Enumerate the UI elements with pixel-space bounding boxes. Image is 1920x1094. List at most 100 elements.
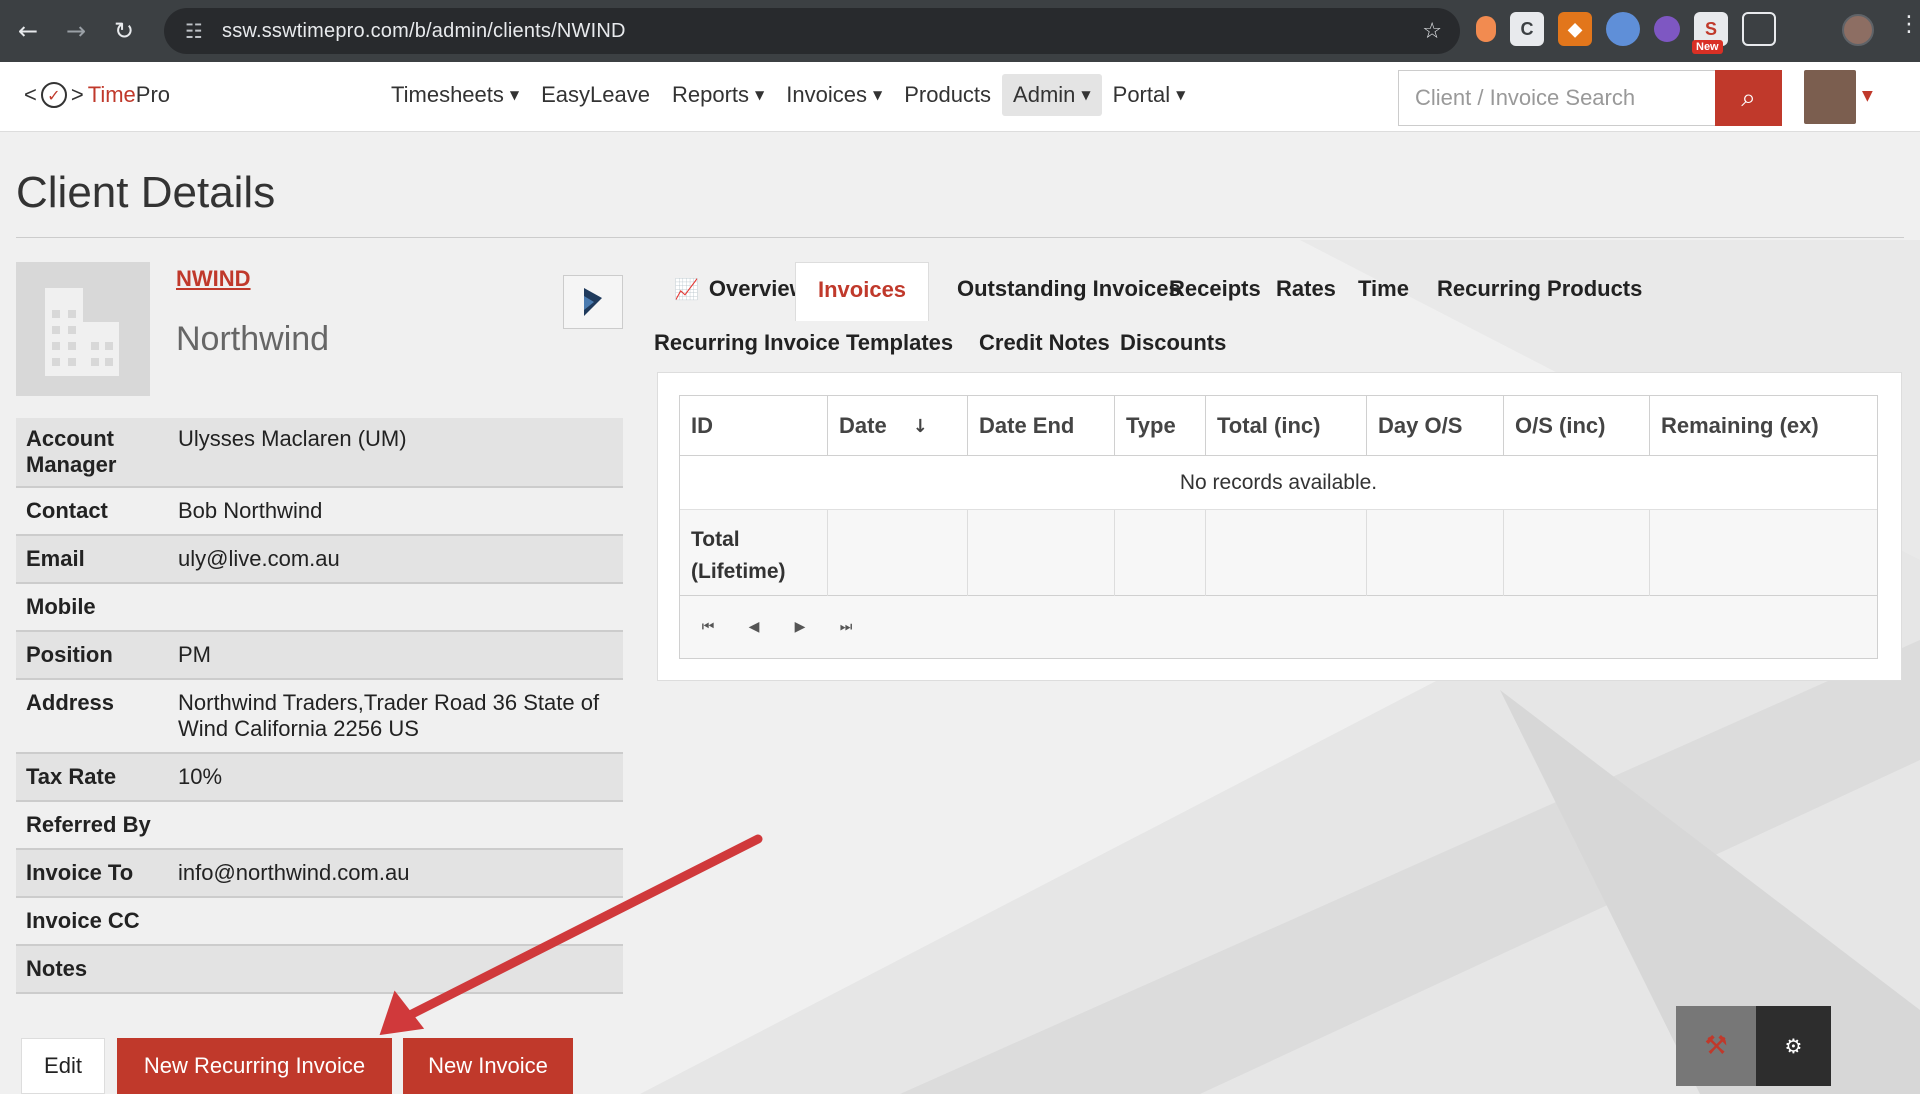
tab-recurring-invoice-templates[interactable]: Recurring Invoice Templates bbox=[654, 330, 953, 356]
browser-profile-avatar[interactable] bbox=[1842, 14, 1874, 46]
column-header-date[interactable]: Date ↓ bbox=[828, 396, 968, 456]
site-settings-icon[interactable]: ☷ bbox=[174, 19, 214, 43]
url-text[interactable]: ssw.sswtimepro.com/b/admin/clients/NWIND bbox=[222, 20, 626, 43]
tab-recurring-products[interactable]: Recurring Products bbox=[1437, 276, 1642, 302]
column-header-date-end[interactable]: Date End bbox=[968, 396, 1115, 456]
column-header-day-o-s[interactable]: Day O/S bbox=[1367, 396, 1504, 456]
next-page-icon[interactable]: ▶ bbox=[792, 619, 808, 635]
invoices-panel: ID Date ↓ Date End Type Total (inc) Day O/S O/S… bbox=[657, 372, 1902, 681]
client-code-link[interactable]: NWIND bbox=[176, 266, 251, 292]
tab-outstanding-invoices[interactable]: Outstanding Invoices bbox=[957, 276, 1181, 302]
clock-check-icon: ✓ bbox=[40, 82, 67, 108]
nav-label: Admin bbox=[1013, 82, 1076, 107]
tab-label: Credit Notes bbox=[979, 330, 1110, 355]
extension-icon-code[interactable]: C bbox=[1510, 12, 1544, 46]
tab-label: Receipts bbox=[1169, 276, 1261, 301]
bug-icon[interactable]: ⚙ bbox=[1756, 1006, 1831, 1086]
extensions-puzzle-icon[interactable] bbox=[1742, 12, 1776, 46]
tab-label: Outstanding Invoices bbox=[957, 276, 1181, 301]
last-page-icon[interactable]: ⏭ bbox=[838, 619, 854, 635]
sort-arrow-down-icon: ↓ bbox=[912, 415, 928, 437]
detail-value: uly@live.com.au bbox=[178, 546, 340, 571]
extension-icon-blue[interactable] bbox=[1606, 12, 1640, 46]
browser-toolbar: ← → ↻ ☷ ssw.sswtimepro.com/b/admin/clien… bbox=[0, 0, 1920, 62]
tab-label: Overview bbox=[708, 276, 807, 301]
page-title: Client Details bbox=[16, 168, 276, 217]
tab-invoices[interactable]: Invoices bbox=[795, 262, 930, 321]
dev-toolbar: ⚒ ⚙ bbox=[1676, 1006, 1831, 1086]
nav-timesheets[interactable]: Timesheets ▼ bbox=[380, 74, 530, 116]
detail-value: PM bbox=[178, 642, 211, 667]
tab-rates[interactable]: Rates bbox=[1276, 276, 1336, 302]
grid-pager: ⏮ ◀ ▶ ⏭ bbox=[680, 596, 1877, 658]
detail-row-invoice-cc: Invoice CC bbox=[16, 898, 623, 946]
first-page-icon[interactable]: ⏮ bbox=[700, 619, 716, 635]
tab-discounts[interactable]: Discounts bbox=[1120, 330, 1226, 356]
client-name: Northwind bbox=[176, 320, 330, 358]
caret-down-icon: ▼ bbox=[755, 88, 765, 102]
timepro-logo[interactable]: < ✓ > TimePro bbox=[24, 82, 170, 108]
logo-bracket-right: > bbox=[70, 82, 84, 107]
nav-reports[interactable]: Reports ▼ bbox=[661, 74, 775, 116]
column-header-id[interactable]: ID bbox=[680, 396, 828, 456]
browser-menu-icon[interactable]: ⋮ bbox=[1898, 12, 1920, 37]
detail-label: Notes bbox=[26, 956, 88, 981]
tab-label: Recurring Invoice Templates bbox=[654, 330, 954, 355]
logo-time-text: Time bbox=[87, 82, 136, 107]
extensions-row: C ◆ S New bbox=[1476, 12, 1776, 54]
extension-icon-purple[interactable] bbox=[1654, 16, 1680, 42]
grid-total-row: Total (Lifetime) bbox=[680, 510, 1877, 596]
hammer-icon[interactable]: ⚒ bbox=[1676, 1006, 1756, 1086]
detail-label: Referred By bbox=[26, 812, 151, 837]
back-icon[interactable]: ← bbox=[8, 11, 48, 51]
detail-value: Bob Northwind bbox=[178, 498, 323, 523]
new-invoice-button[interactable]: New Invoice bbox=[403, 1038, 573, 1094]
detail-value: Ulysses Maclaren (UM) bbox=[178, 426, 407, 451]
total-cell bbox=[1367, 510, 1504, 596]
tab-time[interactable]: Time bbox=[1358, 276, 1409, 302]
nav-easyleave[interactable]: EasyLeave bbox=[530, 74, 661, 116]
tab-receipts[interactable]: Receipts bbox=[1169, 276, 1261, 302]
nav-products[interactable]: Products bbox=[893, 74, 1002, 116]
prev-page-icon[interactable]: ◀ bbox=[746, 619, 762, 635]
chart-icon: 📈 bbox=[674, 277, 699, 301]
forward-icon[interactable]: → bbox=[56, 11, 96, 51]
column-header-label: Remaining (ex) bbox=[1661, 413, 1819, 438]
bookmark-star-icon[interactable]: ☆ bbox=[1422, 19, 1442, 44]
new-recurring-invoice-button[interactable]: New Recurring Invoice bbox=[117, 1038, 392, 1094]
total-cell bbox=[1206, 510, 1367, 596]
column-header-remaining-ex[interactable]: Remaining (ex) bbox=[1650, 396, 1879, 456]
edit-button[interactable]: Edit bbox=[21, 1038, 105, 1094]
detail-row-tax-rate: Tax Rate 10% bbox=[16, 754, 623, 802]
user-menu-caret-icon[interactable]: ▼ bbox=[1862, 88, 1873, 104]
column-header-type[interactable]: Type bbox=[1115, 396, 1206, 456]
nav-admin[interactable]: Admin ▼ bbox=[1002, 74, 1102, 116]
detail-value: Northwind Traders,Trader Road 36 State o… bbox=[178, 690, 600, 741]
metamask-fox-icon[interactable]: ◆ bbox=[1558, 12, 1592, 46]
caret-down-icon: ▼ bbox=[509, 88, 520, 102]
tab-label: Invoices bbox=[818, 277, 907, 302]
detail-row-address: Address Northwind Traders,Trader Road 36 … bbox=[16, 680, 623, 754]
reload-icon[interactable]: ↻ bbox=[104, 11, 144, 51]
detail-label: Mobile bbox=[26, 594, 96, 619]
nav-portal[interactable]: Portal ▼ bbox=[1102, 74, 1197, 116]
column-header-total-inc[interactable]: Total (inc) bbox=[1206, 396, 1367, 456]
column-header-label: Day O/S bbox=[1378, 413, 1463, 438]
address-bar[interactable]: ☷ ssw.sswtimepro.com/b/admin/clients/NWI… bbox=[164, 8, 1460, 54]
search-button[interactable]: ⌕ bbox=[1715, 70, 1782, 126]
column-header-label: ID bbox=[691, 413, 713, 438]
title-divider bbox=[16, 237, 1904, 238]
user-avatar[interactable] bbox=[1804, 70, 1856, 124]
no-records-message: No records available. bbox=[680, 456, 1877, 510]
nav-invoices[interactable]: Invoices ▼ bbox=[775, 74, 893, 116]
dynamics-icon bbox=[584, 288, 602, 316]
dynamics-crm-button[interactable] bbox=[563, 275, 623, 329]
extension-icon-orange[interactable] bbox=[1476, 16, 1496, 42]
column-header-label: Date End bbox=[979, 413, 1075, 438]
detail-value bbox=[178, 594, 613, 620]
client-invoice-search-input[interactable] bbox=[1398, 70, 1716, 126]
column-header-o-s-inc[interactable]: O/S (inc) bbox=[1504, 396, 1650, 456]
tab-overview[interactable]: 📈 Overview bbox=[674, 276, 807, 302]
tab-credit-notes[interactable]: Credit Notes bbox=[979, 330, 1110, 356]
extension-icon-new[interactable]: S New bbox=[1692, 12, 1728, 54]
